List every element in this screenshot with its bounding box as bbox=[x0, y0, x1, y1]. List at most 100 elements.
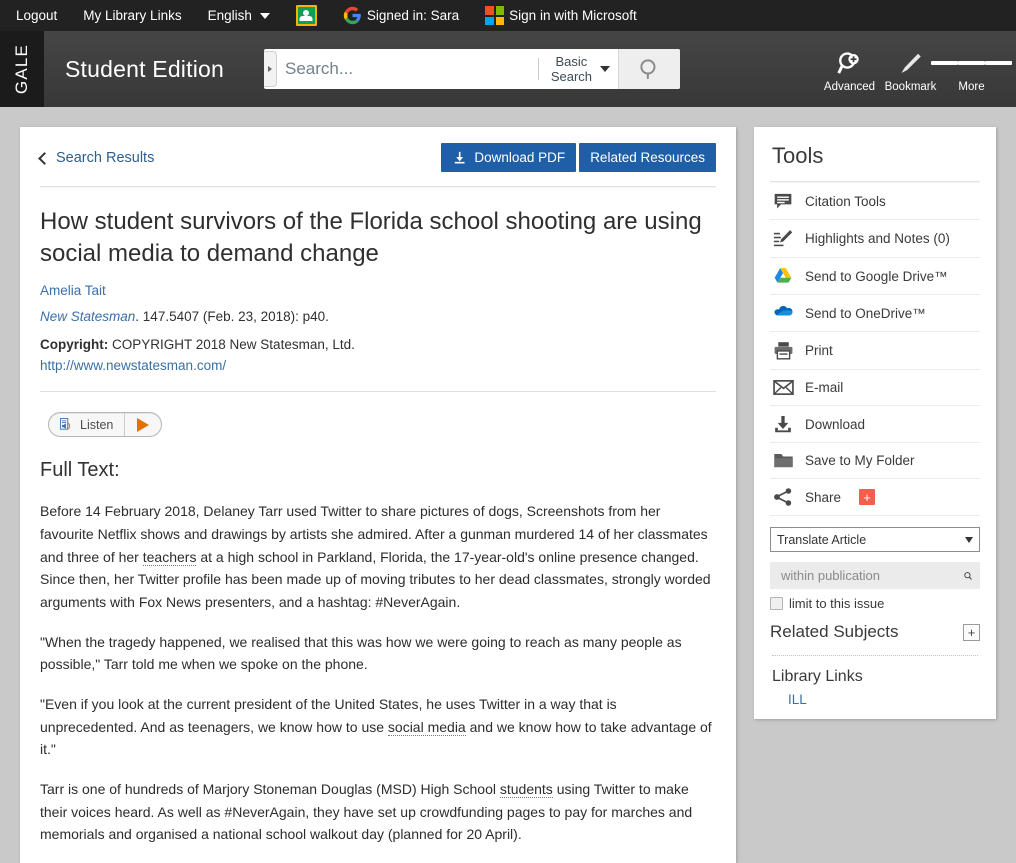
tool-item-citation-tools[interactable]: Citation Tools bbox=[770, 183, 980, 220]
journal-name-link[interactable]: New Statesman bbox=[40, 309, 135, 324]
paragraph-text: "When the tragedy happened, we realised … bbox=[40, 633, 682, 673]
tool-item-label: Send to Google Drive™ bbox=[805, 268, 948, 284]
share-add-badge[interactable]: + bbox=[859, 489, 876, 505]
search-area: BasicSearch bbox=[264, 31, 681, 107]
search-expand-handle[interactable] bbox=[264, 51, 278, 87]
article-title: How student survivors of the Florida sch… bbox=[40, 208, 702, 267]
listen-button[interactable]: Listen bbox=[48, 412, 163, 438]
page-body: Search Results Download PDF Related Reso… bbox=[0, 107, 1016, 863]
google-g-icon bbox=[343, 6, 362, 25]
google-classroom-button[interactable] bbox=[295, 5, 317, 26]
listen-row: Listen bbox=[48, 412, 716, 438]
article-paragraph: "Even if you look at the current preside… bbox=[40, 693, 716, 761]
translate-article-dropdown[interactable]: Translate Article bbox=[770, 527, 980, 552]
article-author[interactable]: Amelia Tait bbox=[40, 283, 716, 298]
bookmark-label: Bookmark bbox=[884, 81, 937, 93]
search-icon[interactable] bbox=[963, 567, 973, 585]
article-paragraph: Before 14 February 2018, Delaney Tarr us… bbox=[40, 500, 716, 613]
related-resources-button[interactable]: Related Resources bbox=[579, 143, 716, 172]
publication-search bbox=[770, 562, 980, 589]
download-pdf-label: Download PDF bbox=[474, 150, 566, 165]
masthead-nav: Advanced Bookmark More bbox=[819, 31, 1016, 107]
top-utility-bar: Logout My Library Links English Signed i… bbox=[0, 0, 1016, 31]
related-subjects-label: Related Subjects bbox=[770, 622, 899, 641]
tool-item-label: Send to OneDrive™ bbox=[805, 305, 926, 321]
listen-label: Listen bbox=[80, 417, 114, 432]
library-link-ill[interactable]: ILL bbox=[788, 692, 980, 707]
tool-item-share[interactable]: Share + bbox=[770, 479, 980, 516]
more-menu-button[interactable]: More bbox=[931, 45, 1012, 93]
search-icon bbox=[640, 58, 656, 79]
article-paragraph: Tarr is one of hundreds of Marjory Stone… bbox=[40, 778, 716, 846]
copyright-label: Copyright: bbox=[40, 337, 109, 353]
limit-to-issue-label: limit to this issue bbox=[789, 596, 885, 611]
chevron-down-icon bbox=[600, 66, 611, 72]
publisher-url-link[interactable]: http://www.newstatesman.com/ bbox=[40, 358, 226, 373]
logout-link[interactable]: Logout bbox=[16, 8, 57, 23]
gale-logo[interactable]: GALE bbox=[0, 31, 44, 107]
expand-plus-icon[interactable]: + bbox=[963, 623, 980, 641]
listen-play-button[interactable] bbox=[125, 413, 161, 436]
more-label: More bbox=[958, 81, 985, 93]
citation-icon bbox=[772, 191, 794, 211]
back-to-search-results-link[interactable]: Search Results bbox=[38, 143, 155, 166]
related-subjects-row[interactable]: Related Subjects + bbox=[770, 622, 980, 642]
article-card: Search Results Download PDF Related Reso… bbox=[20, 127, 736, 863]
tool-item-label: E-mail bbox=[805, 380, 844, 395]
google-signed-in-label: Signed in: Sara bbox=[366, 8, 460, 23]
article-header-row: Search Results Download PDF Related Reso… bbox=[38, 143, 716, 172]
envelope-icon bbox=[772, 378, 794, 397]
masthead: GALE Student Edition BasicSearch bbox=[0, 31, 1016, 107]
tools-heading: Tools bbox=[772, 143, 824, 168]
language-label: English bbox=[207, 8, 252, 23]
library-links-heading: Library Links bbox=[772, 668, 863, 685]
logout-label: Logout bbox=[16, 8, 58, 23]
download-pdf-button[interactable]: Download PDF bbox=[441, 143, 577, 172]
tool-item-save-to-my-folder[interactable]: Save to My Folder bbox=[770, 443, 980, 479]
limit-to-issue-row[interactable]: limit to this issue bbox=[770, 596, 980, 611]
chevron-down-icon bbox=[259, 12, 270, 19]
article-copyright: Copyright: COPYRIGHT 2018 New Statesman,… bbox=[40, 335, 716, 377]
language-selector[interactable]: English bbox=[208, 8, 270, 23]
tool-item-print[interactable]: Print bbox=[770, 332, 980, 370]
product-title: Student Edition bbox=[65, 55, 225, 82]
bookmark-icon bbox=[898, 49, 924, 77]
tool-item-e-mail[interactable]: E-mail bbox=[770, 370, 980, 406]
share-icon bbox=[772, 487, 794, 507]
publication-search-input[interactable] bbox=[779, 567, 959, 584]
tool-item-highlights-and-notes-0[interactable]: Highlights and Notes (0) bbox=[770, 220, 980, 258]
google-drive-icon bbox=[772, 266, 794, 286]
inline-term-link[interactable]: students bbox=[499, 780, 553, 798]
translate-selected-label: Translate Article bbox=[777, 532, 867, 547]
my-library-links-link[interactable]: My Library Links bbox=[83, 8, 181, 23]
search-mode-label: Basic Search bbox=[550, 54, 593, 84]
tools-list: Citation Tools Highlights and Notes (0) Se… bbox=[770, 183, 980, 516]
google-classroom-icon bbox=[295, 5, 317, 26]
search-input[interactable] bbox=[277, 49, 538, 89]
tools-sidebar: Tools Citation Tools Highlights and Notes… bbox=[754, 127, 996, 719]
tool-item-download[interactable]: Download bbox=[770, 406, 980, 443]
paragraph-text: Tarr is one of hundreds of Marjory Stone… bbox=[40, 780, 500, 797]
inline-term-link[interactable]: teachers bbox=[142, 548, 197, 566]
highlights-notes-icon bbox=[772, 228, 794, 249]
listen-button-main[interactable]: Listen bbox=[49, 413, 126, 437]
advanced-search-button[interactable]: Advanced bbox=[819, 45, 880, 93]
search-box: BasicSearch bbox=[264, 49, 681, 89]
advanced-search-icon bbox=[836, 49, 863, 77]
article-meta-divider bbox=[40, 391, 716, 393]
article-source-citation: New Statesman. 147.5407 (Feb. 23, 2018):… bbox=[40, 309, 716, 324]
tool-item-label: Highlights and Notes (0) bbox=[805, 231, 950, 246]
search-submit-button[interactable] bbox=[618, 49, 681, 89]
tool-item-send-to-google-drive[interactable]: Send to Google Drive™ bbox=[770, 258, 980, 295]
inline-term-link[interactable]: social media bbox=[387, 718, 466, 736]
microsoft-signin-button[interactable]: Sign in with Microsoft bbox=[485, 6, 637, 25]
play-icon bbox=[137, 417, 150, 432]
tool-item-label: Print bbox=[805, 343, 833, 358]
tool-item-send-to-onedrive[interactable]: Send to OneDrive™ bbox=[770, 295, 980, 332]
search-mode-dropdown[interactable]: Basic Search bbox=[539, 49, 618, 89]
folder-icon bbox=[772, 451, 794, 470]
google-account-status[interactable]: Signed in: Sara bbox=[343, 6, 459, 25]
limit-to-issue-checkbox[interactable] bbox=[770, 597, 783, 610]
advanced-search-label: Advanced bbox=[823, 81, 876, 93]
back-link-label: Search Results bbox=[56, 150, 155, 166]
